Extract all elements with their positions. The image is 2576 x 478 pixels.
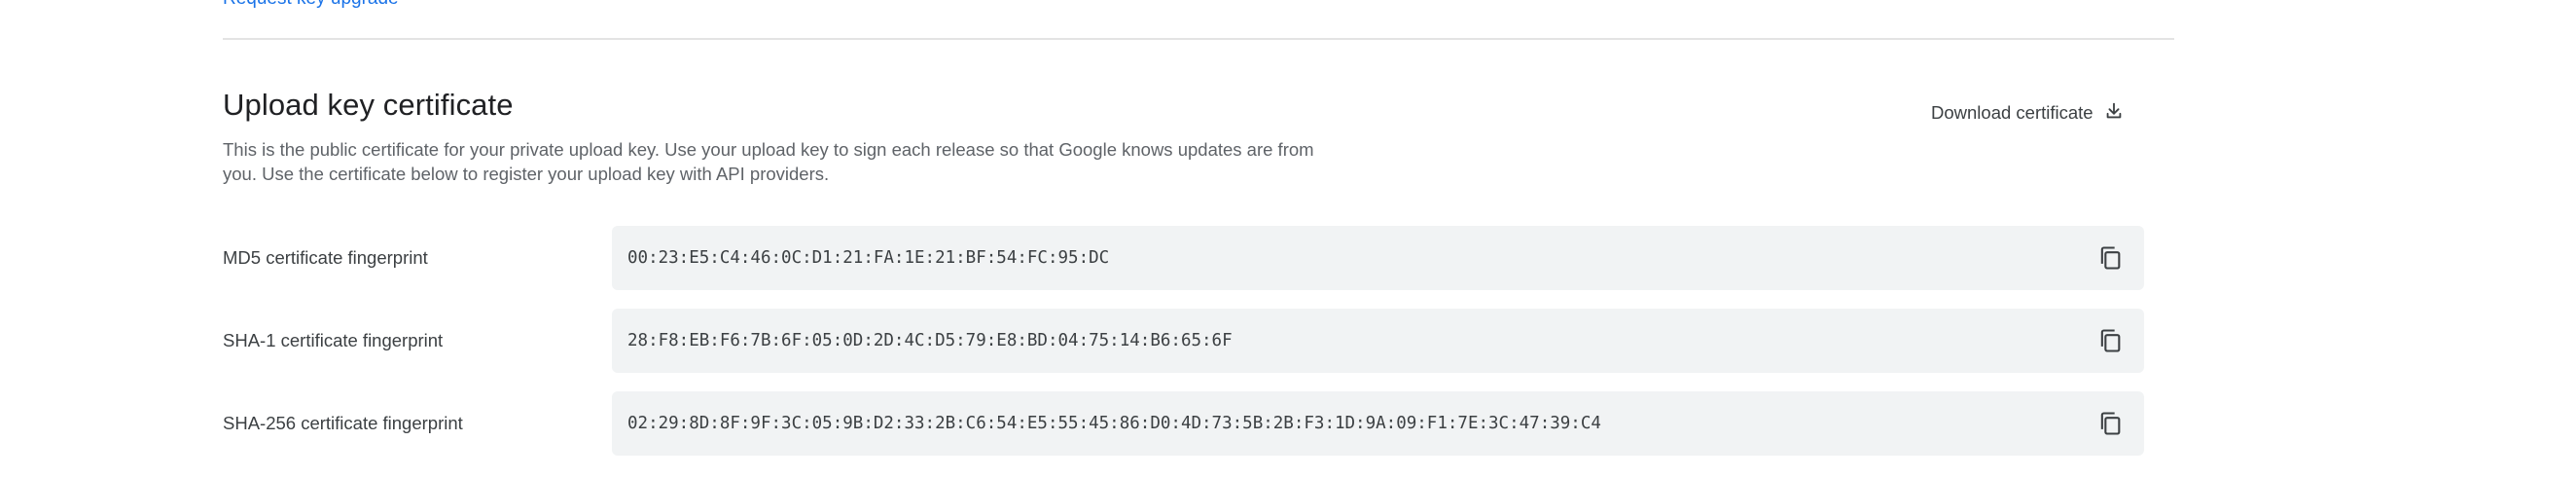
copy-icon xyxy=(2100,246,2121,270)
sha256-fingerprint-box: 02:29:8D:8F:9F:3C:05:9B:D2:33:2B:C6:54:E… xyxy=(612,391,2144,456)
sha1-fingerprint-label: SHA-1 certificate fingerprint xyxy=(223,330,444,350)
download-icon xyxy=(2103,100,2125,127)
sha1-fingerprint-row: SHA-1 certificate fingerprint 28:F8:EB:F… xyxy=(223,309,2174,373)
sha256-fingerprint-value[interactable]: 02:29:8D:8F:9F:3C:05:9B:D2:33:2B:C6:54:E… xyxy=(627,391,1601,456)
sha256-fingerprint-row: SHA-256 certificate fingerprint 02:29:8D… xyxy=(223,391,2174,456)
copy-sha1-button[interactable] xyxy=(2095,326,2125,355)
copy-md5-button[interactable] xyxy=(2095,243,2125,273)
sha1-fingerprint-box: 28:F8:EB:F6:7B:6F:05:0D:2D:4C:D5:79:E8:B… xyxy=(612,309,2144,373)
sha256-fingerprint-label: SHA-256 certificate fingerprint xyxy=(223,413,463,433)
upload-key-certificate-page: Request key upgrade Upload key certifica… xyxy=(0,0,2576,478)
download-certificate-button[interactable]: Download certificate xyxy=(1931,98,2125,128)
download-certificate-label: Download certificate xyxy=(1931,102,2093,123)
md5-fingerprint-row: MD5 certificate fingerprint 00:23:E5:C4:… xyxy=(223,226,2174,290)
copy-sha256-button[interactable] xyxy=(2095,409,2125,438)
request-key-upgrade-link[interactable]: Request key upgrade xyxy=(223,0,399,10)
copy-icon xyxy=(2100,412,2121,435)
section-title: Upload key certificate xyxy=(223,88,514,122)
copy-icon xyxy=(2100,329,2121,352)
md5-fingerprint-label: MD5 certificate fingerprint xyxy=(223,247,428,268)
md5-fingerprint-value[interactable]: 00:23:E5:C4:46:0C:D1:21:FA:1E:21:BF:54:F… xyxy=(627,226,1109,290)
md5-fingerprint-box: 00:23:E5:C4:46:0C:D1:21:FA:1E:21:BF:54:F… xyxy=(612,226,2144,290)
section-description: This is the public certificate for your … xyxy=(223,139,1314,184)
sha1-fingerprint-value[interactable]: 28:F8:EB:F6:7B:6F:05:0D:2D:4C:D5:79:E8:B… xyxy=(627,309,1233,373)
section-divider xyxy=(223,38,2174,40)
